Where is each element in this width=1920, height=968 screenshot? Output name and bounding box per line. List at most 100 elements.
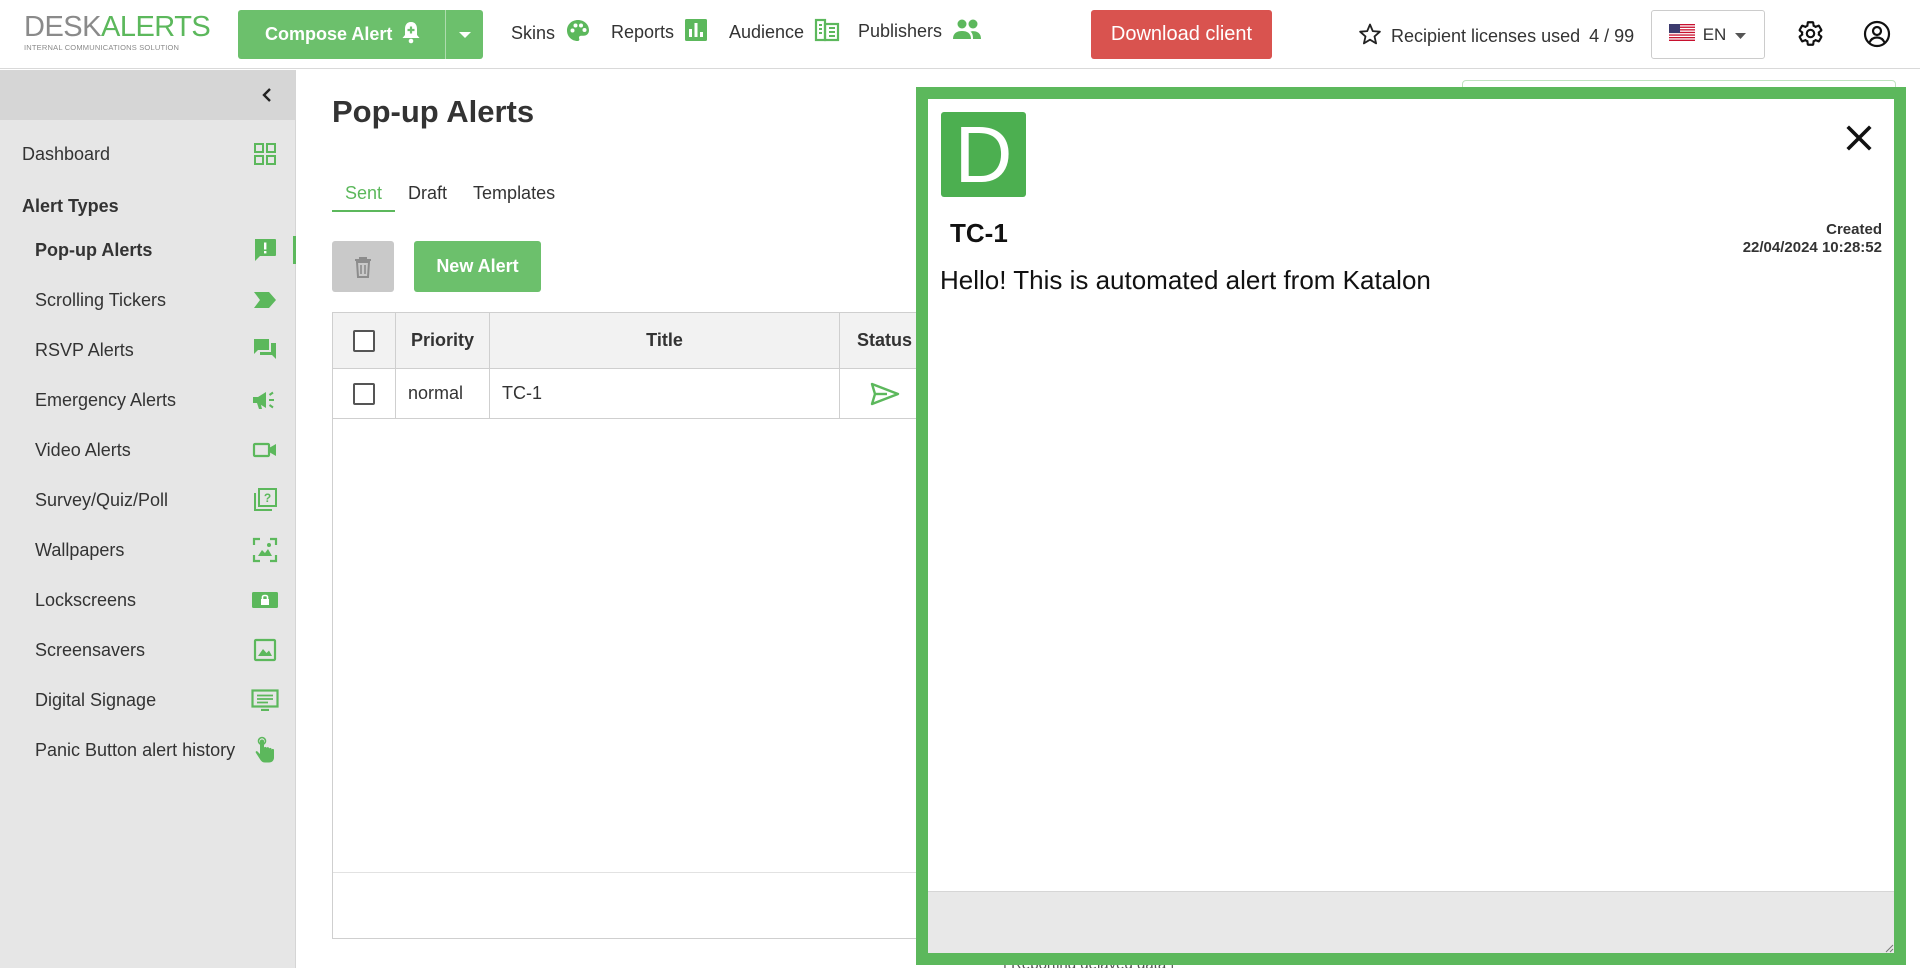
nav-audience[interactable]: Audience — [729, 18, 840, 47]
sidebar-item-label: Survey/Quiz/Poll — [35, 489, 169, 510]
sidebar-item-screensavers[interactable]: Screensavers — [0, 630, 296, 670]
tab-templates[interactable]: Templates — [460, 183, 568, 212]
alert-message-icon — [251, 236, 279, 264]
sidebar-item-label: Scrolling Tickers — [35, 289, 167, 310]
lockscreen-icon — [251, 586, 279, 614]
tab-sent[interactable]: Sent — [332, 183, 396, 212]
nav-skins[interactable]: Skins — [511, 18, 591, 49]
nav-publishers-label: Publishers — [858, 21, 943, 41]
select-all-cell — [333, 313, 396, 368]
sidebar-item-panic-button[interactable]: Panic Button alert history — [0, 730, 296, 770]
row-priority: normal — [396, 369, 490, 418]
resize-grip-icon[interactable] — [1884, 943, 1894, 953]
chevron-left-icon — [262, 88, 271, 102]
bell-plus-icon — [400, 20, 422, 49]
settings-gear-icon[interactable] — [1797, 20, 1824, 52]
sidebar-item-label: Digital Signage — [35, 689, 157, 710]
sidebar-item-rsvp-alerts[interactable]: RSVP Alerts — [0, 330, 296, 370]
licenses-label: Recipient licenses used — [1391, 26, 1581, 46]
sidebar-item-label: Wallpapers — [35, 539, 125, 560]
new-alert-button[interactable]: New Alert — [414, 241, 541, 292]
alert-created-label: Created — [1826, 221, 1882, 238]
new-alert-label: New Alert — [436, 256, 519, 276]
alert-tabs: Sent Draft Templates — [332, 183, 568, 212]
nav-publishers[interactable]: Publishers — [858, 18, 982, 45]
sidebar-item-label: RSVP Alerts — [35, 339, 134, 360]
sidebar-item-popup-alerts[interactable]: Pop-up Alerts — [0, 230, 296, 270]
language-selector[interactable]: EN — [1651, 10, 1765, 59]
caret-down-icon — [1734, 25, 1747, 45]
hand-pointer-icon — [251, 736, 279, 764]
nav-reports-label: Reports — [611, 22, 675, 42]
sidebar-item-digital-signage[interactable]: Digital Signage — [0, 680, 296, 720]
video-camera-icon — [251, 436, 279, 464]
recipient-licenses[interactable]: Recipient licenses used 4 / 99 — [1358, 22, 1634, 51]
compose-dropdown-toggle[interactable] — [445, 10, 483, 59]
caret-down-icon — [458, 31, 471, 38]
chat-bubbles-icon — [251, 336, 279, 364]
select-all-checkbox[interactable] — [353, 329, 375, 352]
sent-paper-plane-icon — [870, 382, 899, 405]
close-icon[interactable] — [1846, 125, 1872, 156]
signage-icon — [251, 686, 279, 714]
logo-tagline: INTERNAL COMMUNICATIONS SOLUTION — [24, 43, 180, 52]
sidebar-item-lockscreens[interactable]: Lockscreens — [0, 580, 296, 620]
svg-text:?: ? — [264, 491, 271, 505]
sidebar-item-wallpapers[interactable]: Wallpapers — [0, 530, 296, 570]
dashboard-grid-icon — [251, 140, 279, 168]
alert-created-timestamp: 22/04/2024 10:28:52 — [1742, 239, 1882, 256]
nav-skins-label: Skins — [511, 23, 556, 43]
trash-icon — [355, 256, 371, 278]
alert-footer — [928, 891, 1894, 953]
account-circle-icon[interactable] — [1863, 20, 1891, 53]
deskalerts-logo[interactable]: DESKALERTS INTERNAL COMMUNICATIONS SOLUT… — [24, 12, 216, 52]
palette-icon — [565, 18, 591, 49]
sidebar-item-video-alerts[interactable]: Video Alerts — [0, 430, 296, 470]
licenses-value: 4 / 99 — [1589, 26, 1635, 46]
row-checkbox[interactable] — [353, 382, 375, 405]
sidebar-item-label: Panic Button alert history — [35, 739, 236, 760]
alert-title: TC-1 — [950, 218, 1008, 248]
row-select-cell — [333, 369, 396, 418]
tab-draft[interactable]: Draft — [395, 183, 460, 212]
page-title: Pop-up Alerts — [332, 94, 535, 129]
alert-preview-popup: D TC-1 Created 22/04/2024 10:28:52 Hello… — [916, 87, 1906, 965]
us-flag-icon — [1668, 23, 1695, 46]
audience-table-icon — [814, 18, 840, 47]
alert-created: Created 22/04/2024 10:28:52 — [1743, 221, 1882, 257]
image-icon — [251, 636, 279, 664]
ticker-tag-icon — [251, 286, 279, 314]
megaphone-icon — [251, 386, 279, 414]
row-title[interactable]: TC-1 — [490, 369, 840, 418]
compose-alert-main[interactable]: Compose Alert — [238, 10, 445, 59]
sidebar-item-survey[interactable]: Survey/Quiz/Poll ? — [0, 480, 296, 520]
alert-logo-letter: D — [954, 109, 1013, 199]
sidebar-item-label: Screensavers — [35, 639, 146, 660]
compose-alert-button[interactable]: Compose Alert — [238, 10, 483, 59]
active-indicator — [293, 236, 296, 264]
sidebar-item-dashboard[interactable]: Dashboard — [0, 134, 296, 174]
sidebar-item-label: Video Alerts — [35, 439, 131, 460]
alert-body-text: Hello! This is automated alert from Kata… — [940, 265, 1431, 295]
nav-reports[interactable]: Reports — [611, 18, 708, 47]
people-icon — [952, 18, 982, 45]
bar-chart-icon — [684, 18, 708, 47]
delete-button[interactable] — [332, 241, 394, 292]
top-bar: DESKALERTS INTERNAL COMMUNICATIONS SOLUT… — [0, 0, 1920, 69]
compose-alert-label: Compose Alert — [265, 24, 393, 44]
column-header-title[interactable]: Title — [490, 313, 840, 368]
sidebar-item-emergency-alerts[interactable]: Emergency Alerts — [0, 380, 296, 420]
sidebar-item-label: Lockscreens — [35, 589, 137, 610]
download-client-label: Download client — [1110, 23, 1253, 45]
alert-logo-icon: D — [941, 112, 1026, 197]
star-outline-icon — [1358, 22, 1382, 51]
column-header-priority[interactable]: Priority — [396, 313, 490, 368]
nav-audience-label: Audience — [729, 22, 805, 42]
sidebar-item-label: Emergency Alerts — [35, 389, 177, 410]
sidebar-collapse-bar[interactable] — [0, 70, 295, 120]
sidebar-item-scrolling-tickers[interactable]: Scrolling Tickers — [0, 280, 296, 320]
quiz-icon: ? — [251, 486, 279, 514]
download-client-button[interactable]: Download client — [1091, 10, 1272, 59]
language-label: EN — [1702, 24, 1727, 44]
wallpaper-icon — [251, 536, 279, 564]
